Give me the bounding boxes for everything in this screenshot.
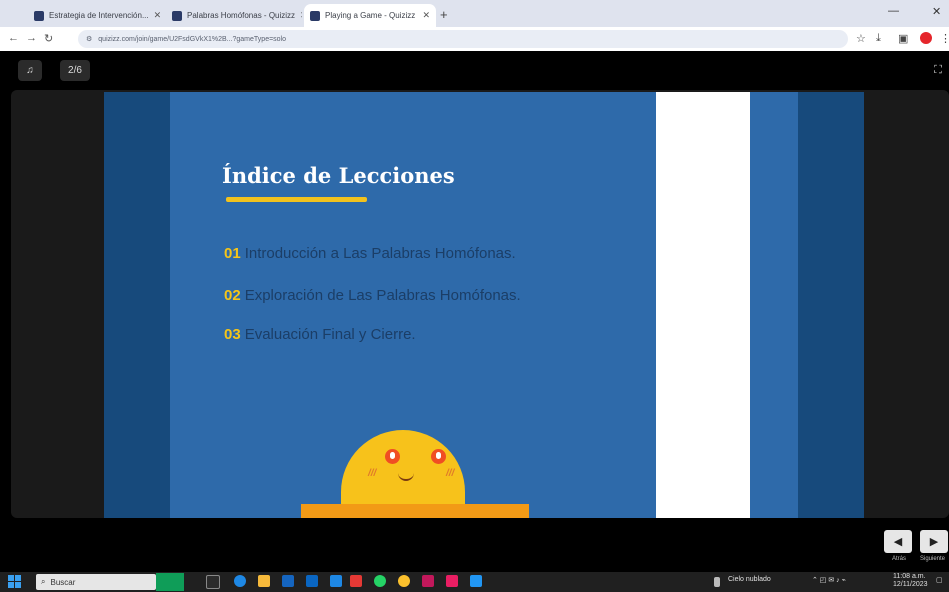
search-icon: ⌕ — [41, 577, 46, 586]
menu-icon[interactable]: ⋮ — [940, 32, 949, 45]
whatsapp-icon[interactable] — [374, 575, 386, 587]
search-placeholder: Buscar — [50, 577, 76, 587]
extensions-icon[interactable]: ▣ — [898, 32, 908, 45]
mail-icon[interactable] — [306, 575, 318, 587]
slide-stripe-dark-left — [104, 92, 170, 518]
download-icon[interactable]: ⤓ — [876, 32, 881, 45]
store-icon[interactable] — [282, 575, 294, 587]
minimize-icon[interactable]: — — [888, 5, 899, 17]
address-bar[interactable]: ⚙ quizizz.com/join/game/U2FsdGVkX1%2B...… — [78, 30, 848, 48]
slide-stripe-dark-right — [798, 92, 864, 518]
mascot-blush-right: /// — [446, 468, 455, 479]
weather-icon — [714, 577, 720, 587]
mascot-base — [301, 504, 529, 518]
taskbar-search[interactable]: ⌕ Buscar — [36, 574, 156, 590]
next-slide-button[interactable]: ▶ — [920, 530, 948, 553]
notification-icon[interactable]: ▢ — [936, 576, 943, 584]
page-indicator-label: 2/6 — [68, 65, 82, 76]
bottom-control-bar — [0, 518, 949, 572]
edge-icon[interactable] — [234, 575, 246, 587]
app-top-bar — [0, 51, 949, 89]
app-icon[interactable] — [470, 575, 482, 587]
mascot-eye-left — [385, 449, 400, 464]
tab-title: Palabras Homófonas - Quizizz — [187, 11, 296, 20]
tab-title: Estrategia de Intervención... — [49, 11, 149, 20]
lesson-item: 03 Evaluación Final y Cierre. — [224, 326, 416, 343]
tab-favicon — [34, 10, 44, 21]
mascot-blush-left: /// — [368, 468, 377, 479]
app-icon[interactable] — [446, 575, 458, 587]
lesson-item: 01 Introducción a Las Palabras Homófonas… — [224, 245, 516, 262]
back-icon[interactable]: ← — [8, 32, 19, 44]
new-tab-button[interactable]: + — [440, 7, 448, 22]
prev-label: Atrás — [892, 556, 907, 562]
tab-favicon — [172, 10, 182, 21]
clock[interactable]: 11:08 a.m. 12/11/2023 — [893, 573, 928, 589]
tab-title: Playing a Game - Quizizz — [325, 11, 416, 20]
browser-tab-2[interactable]: Palabras Homófonas - Quizizz ✕ — [166, 4, 302, 27]
slide-stripe-blue — [750, 92, 798, 518]
music-toggle-button[interactable]: ♫ — [18, 60, 42, 81]
bookmark-star-icon[interactable]: ☆ — [856, 32, 866, 45]
music-icon: ♫ — [26, 65, 34, 76]
mascot-eye-right — [431, 449, 446, 464]
prev-icon: ◀ — [893, 536, 903, 548]
slide-stripe-white — [656, 92, 750, 518]
chrome-icon[interactable] — [398, 575, 410, 587]
file-explorer-icon[interactable] — [258, 575, 270, 587]
reload-icon[interactable]: ↻ — [44, 32, 53, 45]
forward-icon[interactable]: → — [26, 32, 37, 44]
lesson-number: 02 — [224, 287, 241, 304]
search-highlight-image — [156, 573, 184, 591]
system-tray-icons[interactable]: ⌃ ◰ ✉ ♪ ⌁ — [812, 576, 846, 584]
fullscreen-icon: ⛶ — [934, 64, 942, 76]
prev-slide-button[interactable]: ◀ — [884, 530, 912, 553]
next-icon: ▶ — [929, 536, 939, 548]
page-indicator: 2/6 — [60, 60, 90, 81]
weather-text[interactable]: Cielo nublado — [728, 576, 771, 583]
lesson-item: 02 Exploración de Las Palabras Homófonas… — [224, 287, 521, 304]
lesson-text: Evaluación Final y Cierre. — [244, 326, 416, 343]
close-icon[interactable]: ✕ — [422, 10, 430, 21]
task-view-icon[interactable] — [206, 575, 220, 589]
lesson-text: Exploración de Las Palabras Homófonas. — [244, 287, 521, 304]
browser-tab-3-active[interactable]: Playing a Game - Quizizz ✕ — [304, 4, 436, 27]
tab-favicon — [310, 10, 320, 21]
slide-title: Índice de Lecciones — [222, 163, 455, 188]
lesson-number: 03 — [224, 326, 241, 343]
profile-avatar[interactable] — [920, 32, 932, 44]
browser-tab-1[interactable]: Estrategia de Intervención... ✕ — [28, 4, 164, 27]
app-icon[interactable] — [422, 575, 434, 587]
close-icon[interactable]: ✕ — [300, 10, 302, 21]
clock-time: 11:08 a.m. — [893, 573, 926, 580]
fullscreen-button[interactable]: ⛶ — [928, 60, 948, 81]
lesson-text: Introducción a Las Palabras Homófonas. — [244, 245, 516, 262]
url-text: quizizz.com/join/game/U2FsdGVkX1%2B...?g… — [98, 35, 287, 43]
clock-date: 12/11/2023 — [893, 581, 928, 588]
site-info-icon[interactable]: ⚙ — [86, 35, 92, 43]
windows-start-icon[interactable] — [8, 575, 21, 588]
next-label: Siguiente — [920, 556, 946, 562]
close-window-icon[interactable]: ✕ — [932, 5, 941, 18]
close-icon[interactable]: ✕ — [154, 10, 162, 21]
app-icon[interactable] — [330, 575, 342, 587]
title-underline — [226, 197, 367, 202]
lesson-number: 01 — [224, 245, 241, 262]
youtube-icon[interactable] — [350, 575, 362, 587]
